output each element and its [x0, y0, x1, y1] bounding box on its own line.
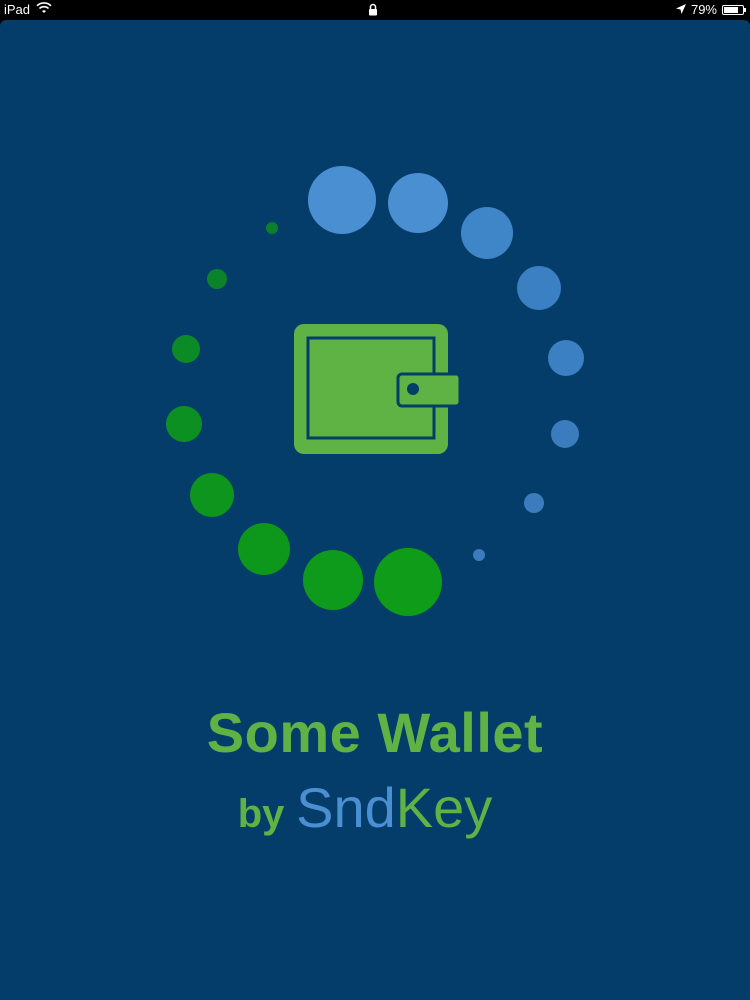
status-bar: iPad 79%	[0, 0, 750, 20]
status-left: iPad	[4, 2, 52, 17]
spinner-dot-green-5	[190, 473, 234, 517]
battery-tip	[744, 7, 746, 12]
company-name-part2: Key	[395, 776, 493, 839]
spinner-dot-blue-7	[524, 493, 544, 513]
spinner-dot-blue-1	[308, 166, 376, 234]
wallet-icon	[294, 324, 462, 454]
location-arrow-icon	[675, 2, 686, 17]
spinner-dot-blue-2	[388, 173, 448, 233]
app-title: Some Wallet	[206, 701, 544, 764]
spinner-dot-green-6	[238, 523, 290, 575]
app-byline: by SndKey	[0, 775, 740, 840]
battery-icon	[722, 4, 746, 15]
splash-screen: Some Wallet by SndKey	[0, 20, 750, 1000]
spinner-dot-green-8	[374, 548, 442, 616]
spinner-dot-green-7	[303, 550, 363, 610]
loading-spinner-dots	[166, 166, 584, 616]
spinner-dot-green-2	[207, 269, 227, 289]
spinner-dot-green-3	[172, 335, 200, 363]
spinner-dot-blue-3	[461, 207, 513, 259]
status-right: 79%	[675, 2, 746, 17]
spinner-dot-blue-5	[548, 340, 584, 376]
spinner-dot-blue-8	[473, 549, 485, 561]
battery-level	[724, 6, 739, 13]
device-name: iPad	[4, 2, 31, 17]
spinner-dot-blue-6	[551, 420, 579, 448]
lock-icon	[368, 3, 378, 19]
wifi-icon	[36, 2, 52, 17]
spinner-dot-blue-4	[517, 266, 561, 310]
spinner-dot-green-1	[266, 222, 278, 234]
spinner-dot-green-4	[166, 406, 202, 442]
battery-percent: 79%	[690, 2, 717, 17]
by-label: by	[237, 792, 285, 836]
company-name-part1: Snd	[296, 776, 396, 839]
status-center	[368, 3, 378, 19]
